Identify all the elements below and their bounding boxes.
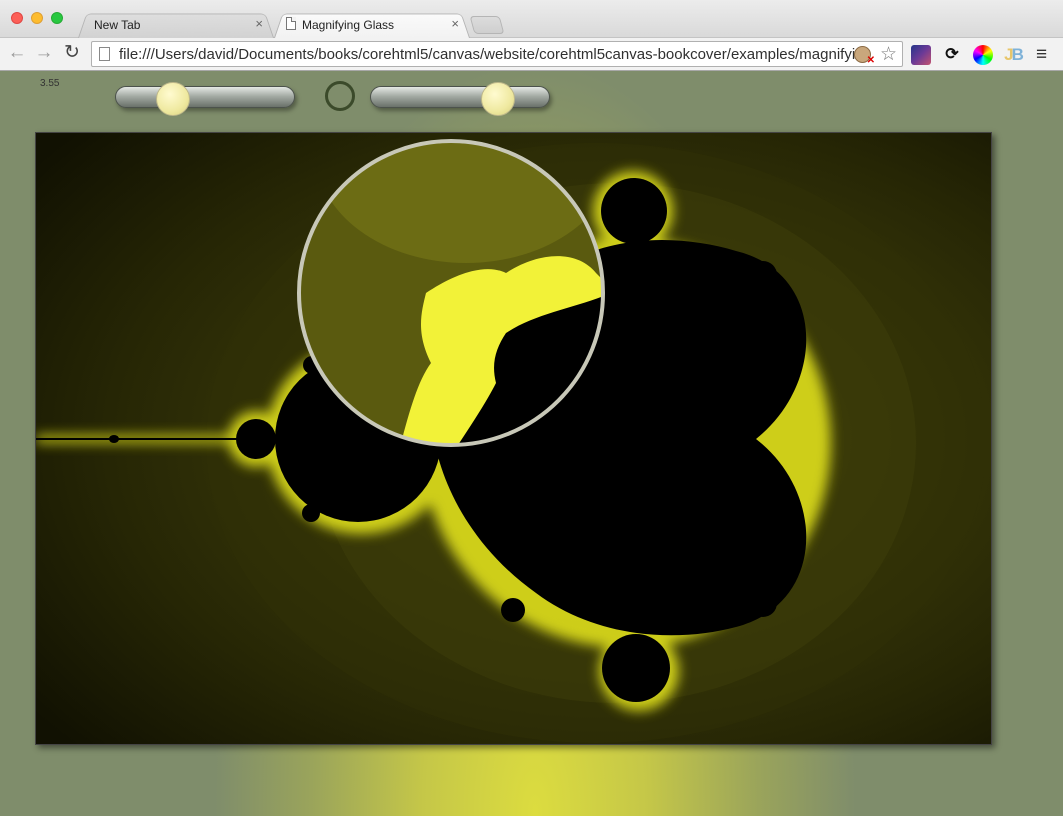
- tab-magnifying-glass[interactable]: Magnifying Glass ×: [274, 11, 470, 39]
- sync-extension-icon[interactable]: ⟳: [942, 45, 962, 65]
- page-icon: [286, 17, 296, 30]
- close-tab-icon[interactable]: ×: [255, 16, 263, 31]
- color-picker-icon[interactable]: [973, 45, 993, 65]
- minimize-window-button[interactable]: [31, 12, 43, 24]
- jb-extension-icon[interactable]: JB: [1003, 45, 1024, 65]
- zoom-window-button[interactable]: [51, 12, 63, 24]
- menu-icon[interactable]: ≡: [1036, 44, 1047, 66]
- mandelbrot-image: [36, 133, 991, 744]
- fractal-canvas[interactable]: [35, 132, 992, 745]
- new-tab-button[interactable]: [469, 16, 505, 34]
- extension-icon[interactable]: [911, 45, 931, 65]
- tab-new-tab[interactable]: New Tab ×: [78, 11, 274, 39]
- browser-titlebar: New Tab × Magnifying Glass ×: [0, 0, 1063, 39]
- tab-label: Magnifying Glass: [302, 18, 395, 32]
- reload-icon[interactable]: ↻: [61, 41, 83, 64]
- right-slider-knob[interactable]: [481, 82, 515, 116]
- left-slider[interactable]: [115, 82, 295, 116]
- page-icon: [99, 47, 110, 61]
- browser-toolbar: ← → ↻ file:///Users/david/Documents/book…: [0, 38, 1063, 71]
- cookie-blocked-icon[interactable]: [854, 46, 875, 66]
- page-content: 3.55: [0, 72, 1063, 816]
- url-text[interactable]: file:///Users/david/Documents/books/core…: [119, 46, 868, 63]
- tab-label: New Tab: [94, 18, 141, 32]
- left-slider-knob[interactable]: [156, 82, 190, 116]
- back-arrow-icon[interactable]: ←: [6, 42, 28, 64]
- close-tab-icon[interactable]: ×: [451, 16, 459, 31]
- magnifier-toggle-ring[interactable]: [325, 81, 355, 111]
- close-window-button[interactable]: [11, 12, 23, 24]
- address-bar[interactable]: file:///Users/david/Documents/books/core…: [91, 41, 903, 67]
- scale-readout: 3.55: [40, 78, 60, 89]
- forward-arrow-icon[interactable]: →: [33, 42, 55, 64]
- right-slider[interactable]: [370, 82, 550, 116]
- bookmark-star-icon[interactable]: ☆: [880, 43, 897, 66]
